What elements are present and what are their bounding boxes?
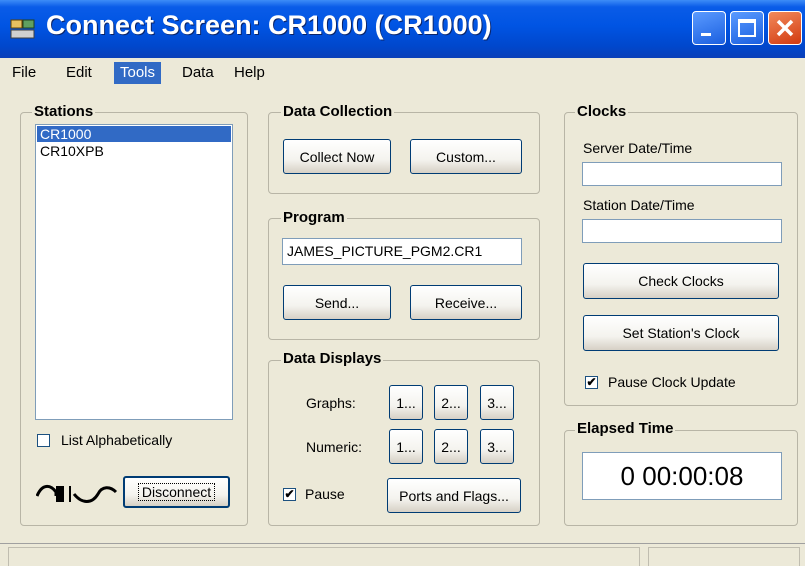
close-icon xyxy=(776,19,794,37)
menu-data[interactable]: Data xyxy=(176,62,220,84)
send-button[interactable]: Send... xyxy=(283,285,391,320)
menu-tools[interactable]: Tools xyxy=(114,62,162,84)
station-datetime-label: Station Date/Time xyxy=(583,197,695,213)
ports-and-flags-button[interactable]: Ports and Flags... xyxy=(387,478,521,513)
numeric-2-button[interactable]: 2... xyxy=(434,429,468,464)
close-button[interactable] xyxy=(768,11,802,45)
numeric-1-button[interactable]: 1... xyxy=(389,429,423,464)
disconnect-label: Disconnect xyxy=(137,483,216,501)
minimize-icon xyxy=(701,33,711,36)
pause-checkbox[interactable]: ✔ xyxy=(283,488,296,501)
minimize-button[interactable] xyxy=(692,11,726,45)
custom-button[interactable]: Custom... xyxy=(410,139,522,174)
set-station-clock-button[interactable]: Set Station's Clock xyxy=(583,315,779,351)
receive-button[interactable]: Receive... xyxy=(410,285,522,320)
status-bar xyxy=(0,543,805,566)
graph-3-button[interactable]: 3... xyxy=(480,385,514,420)
elapsed-time-title: Elapsed Time xyxy=(575,420,676,437)
graph-1-button[interactable]: 1... xyxy=(389,385,423,420)
data-collection-title: Data Collection xyxy=(281,103,395,120)
list-alphabetically-checkbox[interactable] xyxy=(37,434,50,447)
window-title: Connect Screen: CR1000 (CR1000) xyxy=(46,10,492,40)
station-item-cr1000[interactable]: CR1000 xyxy=(37,126,231,142)
graph-2-button[interactable]: 2... xyxy=(434,385,468,420)
status-pane-secondary xyxy=(648,547,800,566)
program-group xyxy=(268,218,540,340)
data-displays-title: Data Displays xyxy=(281,350,384,367)
menu-file[interactable]: File xyxy=(6,62,42,84)
pause-clock-update-label: Pause Clock Update xyxy=(608,374,736,390)
menu-bar: File Edit Tools Data Help xyxy=(0,58,805,86)
server-datetime-field xyxy=(582,162,782,186)
clocks-group xyxy=(564,112,798,406)
connection-status-icon xyxy=(36,485,118,503)
station-datetime-field xyxy=(582,219,782,243)
graphs-label: Graphs: xyxy=(306,395,356,411)
server-datetime-label: Server Date/Time xyxy=(583,140,693,156)
stations-title: Stations xyxy=(32,103,96,120)
numeric-3-button[interactable]: 3... xyxy=(480,429,514,464)
station-item-cr10xpb[interactable]: CR10XPB xyxy=(37,143,231,159)
pause-label: Pause xyxy=(305,486,345,502)
program-file-field[interactable]: JAMES_PICTURE_PGM2.CR1 xyxy=(282,238,522,265)
maximize-button[interactable] xyxy=(730,11,764,45)
program-title: Program xyxy=(281,209,347,226)
pause-clock-update-checkbox[interactable]: ✔ xyxy=(585,376,598,389)
clocks-title: Clocks xyxy=(575,103,629,120)
maximize-icon xyxy=(738,19,756,37)
stations-list[interactable]: CR1000 CR10XPB xyxy=(35,124,233,420)
disconnect-button[interactable]: Disconnect xyxy=(123,476,230,508)
app-icon xyxy=(10,19,35,39)
menu-edit[interactable]: Edit xyxy=(60,62,98,84)
collect-now-button[interactable]: Collect Now xyxy=(283,139,391,174)
elapsed-time-display: 0 00:00:08 xyxy=(582,452,782,500)
list-alphabetically-label: List Alphabetically xyxy=(61,432,173,448)
menu-help[interactable]: Help xyxy=(228,62,271,84)
check-clocks-button[interactable]: Check Clocks xyxy=(583,263,779,299)
status-pane-main xyxy=(8,547,640,566)
numeric-label: Numeric: xyxy=(306,439,363,455)
